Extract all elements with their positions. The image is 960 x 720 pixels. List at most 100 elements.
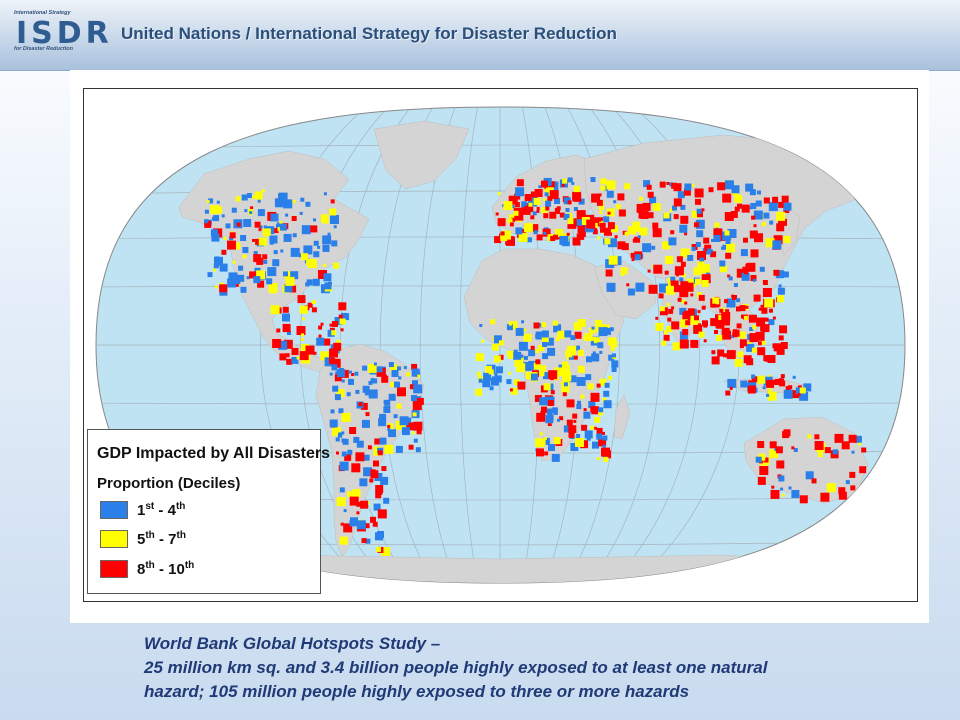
hazard-cell <box>263 259 268 264</box>
hazard-cell <box>548 444 555 451</box>
hazard-cell <box>676 343 681 348</box>
hazard-cell <box>653 264 663 274</box>
hazard-cell <box>330 199 335 204</box>
hazard-cell <box>684 183 692 191</box>
header-title: United Nations / International Strategy … <box>121 24 617 43</box>
hazard-cell <box>214 285 218 289</box>
hazard-cell <box>356 511 360 515</box>
hazard-cell <box>671 321 680 330</box>
hazard-cell <box>524 194 532 201</box>
hazard-cell <box>777 295 784 303</box>
hazard-cell <box>388 393 396 401</box>
hazard-cell <box>372 378 378 384</box>
hazard-cell <box>339 461 349 471</box>
hazard-cell <box>306 279 313 286</box>
hazard-cell <box>687 308 695 316</box>
hazard-cell <box>615 204 621 210</box>
hazard-cell <box>586 219 596 229</box>
hazard-cell <box>338 408 344 414</box>
legend-swatch-yellow <box>100 530 128 548</box>
hazard-cell <box>640 211 649 219</box>
hazard-cell <box>291 216 297 221</box>
hazard-cell <box>552 320 558 326</box>
hazard-cell <box>848 434 857 443</box>
hazard-cell <box>734 194 743 203</box>
hazard-cell <box>740 249 748 257</box>
hazard-cell <box>608 375 613 380</box>
hazard-cell <box>339 536 348 545</box>
hazard-cell <box>565 208 570 212</box>
hazard-cell <box>541 322 547 328</box>
hazard-cell <box>666 182 670 185</box>
hazard-cell <box>757 375 766 384</box>
hazard-cell <box>565 350 573 358</box>
hazard-cell <box>348 378 354 385</box>
hazard-cell <box>732 329 740 337</box>
hazard-cell <box>577 365 585 373</box>
hazard-cell <box>362 365 368 371</box>
hazard-cell <box>614 235 618 239</box>
hazard-cell <box>671 182 678 189</box>
hazard-cell <box>313 240 319 246</box>
hazard-cell <box>373 362 377 366</box>
hazard-cell <box>242 254 247 259</box>
hazard-cell <box>375 485 384 493</box>
legend-swatch-red <box>100 560 128 578</box>
hazard-cell <box>523 355 528 360</box>
hazard-cell <box>695 278 701 285</box>
hazard-cell <box>716 335 723 341</box>
hazard-cell <box>576 233 582 239</box>
hazard-cell <box>581 424 588 431</box>
hazard-cell <box>753 224 757 228</box>
hazard-cell <box>597 342 604 349</box>
hazard-cell <box>756 317 766 327</box>
hazard-cell <box>664 330 668 335</box>
hazard-cell <box>591 326 595 330</box>
hazard-cell <box>680 215 689 224</box>
hazard-cell <box>539 370 545 376</box>
hazard-cell <box>536 234 543 241</box>
hazard-cell <box>355 389 360 394</box>
hazard-cell <box>533 322 540 329</box>
hazard-cell <box>257 209 265 217</box>
hazard-cell <box>332 321 338 327</box>
hazard-cell <box>338 368 344 373</box>
hazard-cell <box>583 336 588 341</box>
hazard-cell <box>778 284 782 288</box>
hazard-cell <box>384 399 391 406</box>
hazard-cell <box>547 347 556 356</box>
hazard-cell <box>320 214 328 222</box>
hazard-cell <box>674 266 684 276</box>
hazard-cell <box>667 317 672 322</box>
hazard-cell <box>368 380 373 385</box>
hazard-cell <box>408 444 414 450</box>
hazard-cell <box>545 206 550 211</box>
hazard-cell <box>317 245 321 249</box>
hazard-cell <box>763 212 770 219</box>
hazard-cell <box>621 243 629 251</box>
caption-line-1: World Bank Global Hotspots Study – <box>144 634 441 653</box>
hazard-cell <box>347 491 353 498</box>
hazard-cell <box>540 365 546 372</box>
hazard-cell <box>417 374 421 378</box>
hazard-cell <box>583 411 591 419</box>
hazard-cell <box>526 237 532 243</box>
hazard-cell <box>724 212 734 221</box>
hazard-cell <box>604 382 610 388</box>
hazard-cell <box>693 267 702 276</box>
hazard-cell <box>613 200 617 204</box>
hazard-cell <box>597 217 602 222</box>
caption-line-2: 25 million km sq. and 3.4 billion people… <box>144 658 768 677</box>
hazard-cell <box>737 203 742 209</box>
hazard-cell <box>788 486 792 490</box>
hazard-cell <box>739 344 744 349</box>
hazard-cell <box>401 427 410 436</box>
hazard-cell <box>711 356 720 365</box>
hazard-cell <box>772 196 779 203</box>
hazard-cell <box>664 270 669 275</box>
hazard-cell <box>373 460 379 467</box>
hazard-cell <box>554 207 560 213</box>
hazard-cell <box>755 331 765 341</box>
hazard-cell <box>576 434 581 438</box>
hazard-cell <box>238 265 244 271</box>
